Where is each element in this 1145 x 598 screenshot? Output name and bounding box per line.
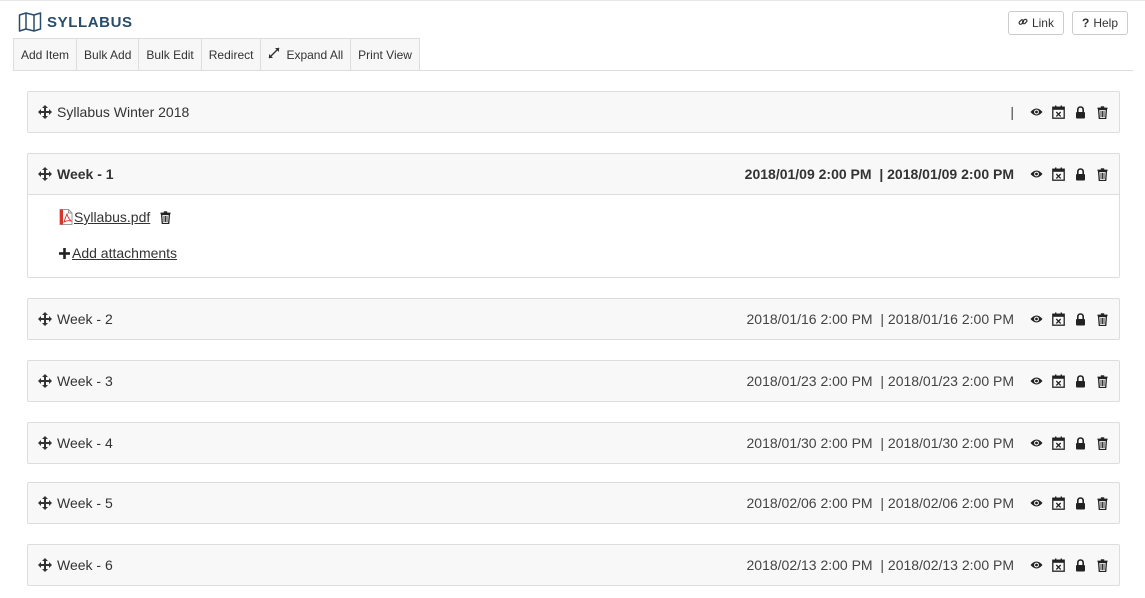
list-item: Week - 6 2018/02/13 2:00 PM | 2018/02/13… (27, 544, 1120, 586)
eye-icon[interactable] (1030, 558, 1043, 572)
eye-icon[interactable] (1030, 436, 1043, 450)
item-dates: | (1010, 104, 1014, 120)
trash-icon[interactable] (1096, 167, 1109, 181)
calendar-x-icon[interactable] (1052, 374, 1065, 388)
lock-icon[interactable] (1074, 558, 1087, 572)
calendar-x-icon[interactable] (1052, 167, 1065, 181)
plus-icon (59, 247, 70, 259)
attachment-link[interactable]: Syllabus.pdf (74, 209, 150, 225)
item-actions (1030, 545, 1109, 585)
help-button[interactable]: ? Help (1071, 11, 1128, 35)
calendar-x-icon[interactable] (1052, 312, 1065, 326)
link-button[interactable]: Link (1007, 11, 1064, 35)
add-attachments-label: Add attachments (72, 245, 178, 261)
item-header[interactable]: Week - 2 2018/01/16 2:00 PM | 2018/01/16… (28, 299, 1119, 339)
item-header[interactable]: Week - 6 2018/02/13 2:00 PM | 2018/02/13… (28, 545, 1119, 585)
trash-icon[interactable] (1096, 436, 1109, 450)
eye-icon[interactable] (1030, 167, 1043, 181)
trash-icon[interactable] (1096, 558, 1109, 572)
bulk-add-button[interactable]: Bulk Add (77, 38, 140, 71)
item-dates: 2018/01/16 2:00 PM | 2018/01/16 2:00 PM (746, 311, 1015, 327)
redirect-button[interactable]: Redirect (201, 38, 262, 71)
eye-icon[interactable] (1030, 496, 1043, 510)
item-header[interactable]: Week - 3 2018/01/23 2:00 PM | 2018/01/23… (28, 361, 1119, 401)
item-dates: 2018/02/13 2:00 PM | 2018/02/13 2:00 PM (746, 557, 1015, 573)
list-item: Syllabus Winter 2018 | (27, 91, 1120, 133)
item-dates: 2018/01/30 2:00 PM | 2018/01/30 2:00 PM (746, 435, 1015, 451)
list-item: Week - 4 2018/01/30 2:00 PM | 2018/01/30… (27, 422, 1120, 464)
print-view-button[interactable]: Print View (351, 38, 420, 71)
link-label: Link (1031, 16, 1054, 30)
item-actions (1030, 361, 1109, 401)
item-title[interactable]: Week - 5 (57, 495, 113, 511)
trash-icon[interactable] (1096, 105, 1109, 119)
expand-all-button[interactable]: Expand All (261, 38, 352, 71)
move-icon[interactable] (38, 105, 52, 119)
lock-icon[interactable] (1074, 374, 1087, 388)
item-dates: 2018/01/23 2:00 PM | 2018/01/23 2:00 PM (746, 373, 1015, 389)
item-title[interactable]: Week - 4 (57, 435, 113, 451)
expand-icon (268, 47, 280, 62)
list-item: Week - 5 2018/02/06 2:00 PM | 2018/02/06… (27, 482, 1120, 524)
calendar-x-icon[interactable] (1052, 558, 1065, 572)
item-dates: 2018/01/09 2:00 PM | 2018/01/09 2:00 PM (744, 166, 1014, 182)
lock-icon[interactable] (1074, 436, 1087, 450)
question-icon: ? (1081, 16, 1090, 30)
add-attachments-button[interactable]: Add attachments (59, 245, 177, 261)
item-actions (1030, 154, 1109, 194)
lock-icon[interactable] (1074, 312, 1087, 326)
pdf-icon (59, 209, 73, 225)
help-label: Help (1093, 16, 1118, 30)
map-icon (18, 12, 42, 32)
trash-icon[interactable] (1096, 496, 1109, 510)
eye-icon[interactable] (1030, 312, 1043, 326)
lock-icon[interactable] (1074, 105, 1087, 119)
item-header[interactable]: Syllabus Winter 2018 | (28, 92, 1119, 132)
page-title: SYLLABUS (47, 13, 133, 31)
trash-icon[interactable] (1096, 312, 1109, 326)
attachment: Syllabus.pdf (59, 209, 172, 225)
list-item: Week - 2 2018/01/16 2:00 PM | 2018/01/16… (27, 298, 1120, 340)
move-icon[interactable] (38, 558, 52, 572)
item-title[interactable]: Week - 3 (57, 373, 113, 389)
item-title[interactable]: Week - 2 (57, 311, 113, 327)
calendar-x-icon[interactable] (1052, 496, 1065, 510)
list-item: Week - 1 2018/01/09 2:00 PM | 2018/01/09… (27, 153, 1120, 278)
trash-icon[interactable] (160, 210, 172, 224)
eye-icon[interactable] (1030, 105, 1043, 119)
trash-icon[interactable] (1096, 374, 1109, 388)
move-icon[interactable] (38, 436, 52, 450)
item-header[interactable]: Week - 4 2018/01/30 2:00 PM | 2018/01/30… (28, 423, 1119, 463)
item-actions (1030, 299, 1109, 339)
lock-icon[interactable] (1074, 167, 1087, 181)
top-rule (0, 0, 1145, 1)
item-title[interactable]: Week - 1 (57, 166, 114, 182)
calendar-x-icon[interactable] (1052, 436, 1065, 450)
toolbar-divider (13, 70, 1133, 71)
item-title[interactable]: Week - 6 (57, 557, 113, 573)
add-item-button[interactable]: Add Item (13, 38, 78, 71)
eye-icon[interactable] (1030, 374, 1043, 388)
move-icon[interactable] (38, 496, 52, 510)
item-actions (1030, 483, 1109, 523)
calendar-x-icon[interactable] (1052, 105, 1065, 119)
move-icon[interactable] (38, 167, 52, 181)
item-header[interactable]: Week - 5 2018/02/06 2:00 PM | 2018/02/06… (28, 483, 1119, 523)
item-dates: 2018/02/06 2:00 PM | 2018/02/06 2:00 PM (746, 495, 1015, 511)
top-buttons: Link ? Help (1007, 11, 1128, 35)
link-icon (1018, 16, 1028, 30)
toolbar: Add Item Bulk Add Bulk Edit Redirect Exp… (13, 38, 420, 71)
item-header[interactable]: Week - 1 2018/01/09 2:00 PM | 2018/01/09… (28, 154, 1119, 194)
lock-icon[interactable] (1074, 496, 1087, 510)
item-actions (1030, 423, 1109, 463)
item-title[interactable]: Syllabus Winter 2018 (57, 104, 189, 120)
expand-all-label: Expand All (286, 47, 344, 62)
item-body: Syllabus.pdf Add attachments (28, 194, 1119, 277)
bulk-edit-button[interactable]: Bulk Edit (139, 38, 202, 71)
item-actions (1030, 92, 1109, 132)
move-icon[interactable] (38, 312, 52, 326)
list-item: Week - 3 2018/01/23 2:00 PM | 2018/01/23… (27, 360, 1120, 402)
page-header: SYLLABUS (18, 11, 133, 33)
move-icon[interactable] (38, 374, 52, 388)
